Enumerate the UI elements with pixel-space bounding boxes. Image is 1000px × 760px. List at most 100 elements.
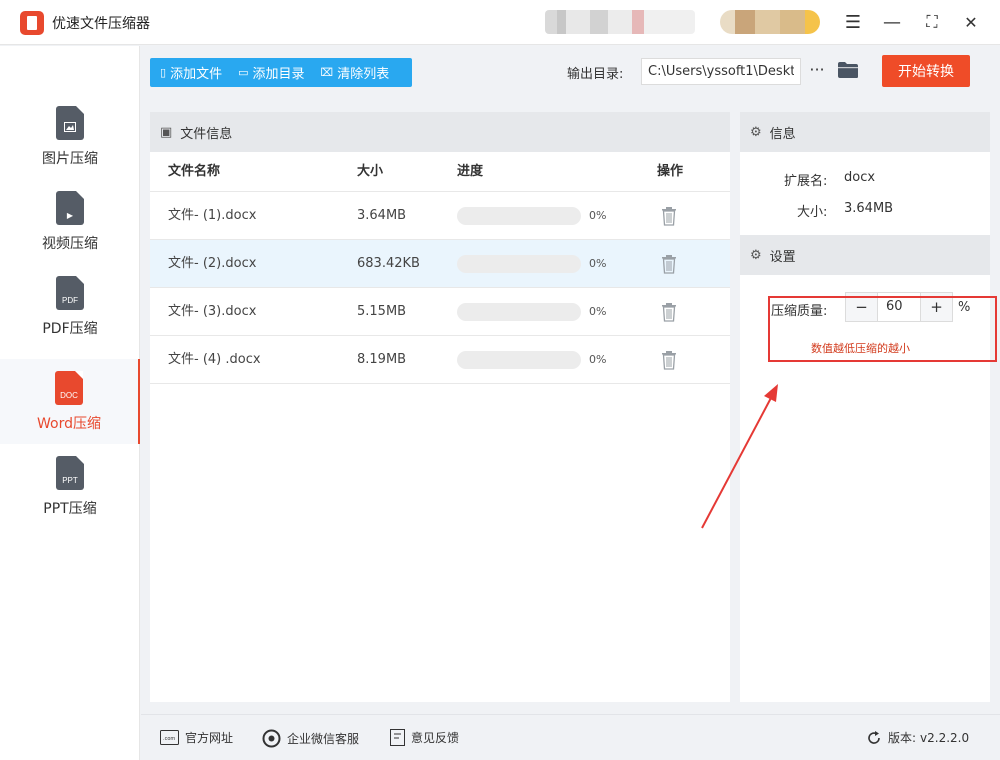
trash-icon: ⌧ [320,66,334,79]
table-row[interactable]: 文件- (3).docx 5.15MB 0% [150,288,730,336]
file-name: 文件- (4) .docx [168,352,261,367]
image-file-icon [56,105,84,140]
video-file-icon: ▶ [56,190,84,225]
side-panel: ⚙ 信息 扩展名: docx 大小: 3.64MB ⚙ 设置 [740,112,990,702]
website-label: 官方网址 [185,731,234,745]
settings-title: 设置 [769,249,796,265]
delete-icon[interactable] [660,350,678,370]
wechat-support-link[interactable]: 企业微信客服 [262,729,359,748]
file-panel-header: ▣ 文件信息 [150,112,730,152]
maximize-button[interactable]: ⛶ [918,8,946,36]
file-list-panel: ▣ 文件信息 文件名称 大小 进度 操作 文件- (1).docx 3.64MB… [150,112,730,702]
table-row[interactable]: 文件- (4) .docx 8.19MB 0% [150,336,730,384]
delete-icon[interactable] [660,254,678,274]
sidebar-item-image[interactable]: 图片压缩 [0,94,140,179]
menu-icon[interactable]: ☰ [839,8,867,36]
add-file-button[interactable]: ▯ 添加文件 [160,63,222,82]
clear-list-button[interactable]: ⌧ 清除列表 [321,63,390,82]
info-header: ⚙ 信息 [740,112,990,152]
footer: .com 官方网址 企业微信客服 意见反馈 版本: v2.2.2.0 [141,714,1000,760]
progress-bar [457,255,581,273]
progress-bar [457,351,581,369]
gear-icon: ⚙ [750,247,762,263]
sidebar-item-label: PPT压缩 [43,500,97,517]
column-action: 操作 [657,164,684,179]
progress-bar [457,207,581,225]
progress-bar [457,303,581,321]
doc-file-icon: DOC [55,370,83,405]
progress-percent: 0% [589,305,607,318]
open-folder-icon[interactable] [837,61,859,81]
more-options-button[interactable]: ··· [806,60,828,82]
sidebar-item-word[interactable]: DOC Word压缩 [0,359,140,444]
delete-icon[interactable] [660,206,678,226]
file-name: 文件- (1).docx [168,208,257,223]
svg-text:.com: .com [163,736,175,742]
feedback-link[interactable]: 意见反馈 [390,729,459,746]
sidebar-item-label: PDF压缩 [42,320,98,337]
refresh-icon [868,730,880,744]
sidebar-item-label: Word压缩 [37,415,101,432]
sidebar-item-label: 图片压缩 [42,150,98,167]
file-name: 文件- (3).docx [168,304,257,319]
wechat-icon [262,729,281,748]
table-row[interactable]: 文件- (1).docx 3.64MB 0% [150,192,730,240]
column-progress: 进度 [457,164,484,179]
title-bar: 优速文件压缩器 ☰ — ⛶ ✕ [0,0,1000,45]
column-name: 文件名称 [168,164,221,179]
add-folder-button[interactable]: ▭ 添加目录 [238,63,304,82]
sidebar-item-ppt[interactable]: PPT PPT压缩 [0,444,140,529]
version-label: 版本: [888,731,917,745]
ext-label: 扩展名: [784,174,828,189]
table-header: 文件名称 大小 进度 操作 [150,152,730,192]
version-info: 版本: v2.2.2.0 [866,729,969,746]
settings-header: ⚙ 设置 [740,235,990,275]
progress-percent: 0% [589,353,607,366]
delete-icon[interactable] [660,302,678,322]
file-panel-title: 文件信息 [180,126,233,142]
file-name: 文件- (2).docx [168,256,257,271]
version-number: v2.2.2.0 [920,730,970,745]
size-value: 3.64MB [844,201,894,216]
size-label: 大小: [797,205,828,220]
column-size: 大小 [357,164,384,179]
sidebar: 图片压缩 ▶ 视频压缩 PDF PDF压缩 DOC Word压缩 PPT PPT… [0,46,140,760]
file-size: 3.64MB [357,208,407,223]
website-link[interactable]: .com 官方网址 [160,729,233,746]
add-folder-label: 添加目录 [252,67,305,82]
file-icon: ▯ [160,66,167,79]
file-size: 8.19MB [357,352,407,367]
add-file-label: 添加文件 [170,67,223,82]
file-toolbar: ▯ 添加文件 ▭ 添加目录 ⌧ 清除列表 [150,58,412,87]
account-info[interactable] [545,10,695,34]
ext-value: docx [844,170,876,185]
sidebar-item-pdf[interactable]: PDF PDF压缩 [0,264,140,349]
feedback-label: 意见反馈 [411,731,460,745]
close-button[interactable]: ✕ [957,8,985,36]
feedback-icon [390,729,405,746]
output-dir-label: 输出目录: [567,67,624,82]
pdf-file-icon: PDF [56,275,84,310]
image-icon: ▣ [160,124,173,140]
table-row[interactable]: 文件- (2).docx 683.42KB 0% [150,240,730,288]
progress-percent: 0% [589,209,607,222]
quality-hint: 数值越低压缩的越小 [811,342,910,355]
minimize-button[interactable]: — [878,8,906,36]
ppt-file-icon: PPT [56,455,84,490]
output-dir-input[interactable] [641,58,801,85]
app-logo-icon [20,11,44,35]
app-title: 优速文件压缩器 [52,16,150,32]
file-size: 5.15MB [357,304,407,319]
gear-icon: ⚙ [750,124,762,140]
folder-icon: ▭ [238,66,249,79]
website-icon: .com [160,730,179,745]
wechat-label: 企业微信客服 [287,732,360,746]
vip-badge[interactable] [720,10,820,34]
clear-list-label: 清除列表 [337,67,390,82]
info-title: 信息 [769,126,796,142]
sidebar-item-label: 视频压缩 [42,235,98,252]
sidebar-item-video[interactable]: ▶ 视频压缩 [0,179,140,264]
start-convert-button[interactable]: 开始转换 [882,55,970,87]
file-size: 683.42KB [357,256,420,271]
progress-percent: 0% [589,257,607,270]
